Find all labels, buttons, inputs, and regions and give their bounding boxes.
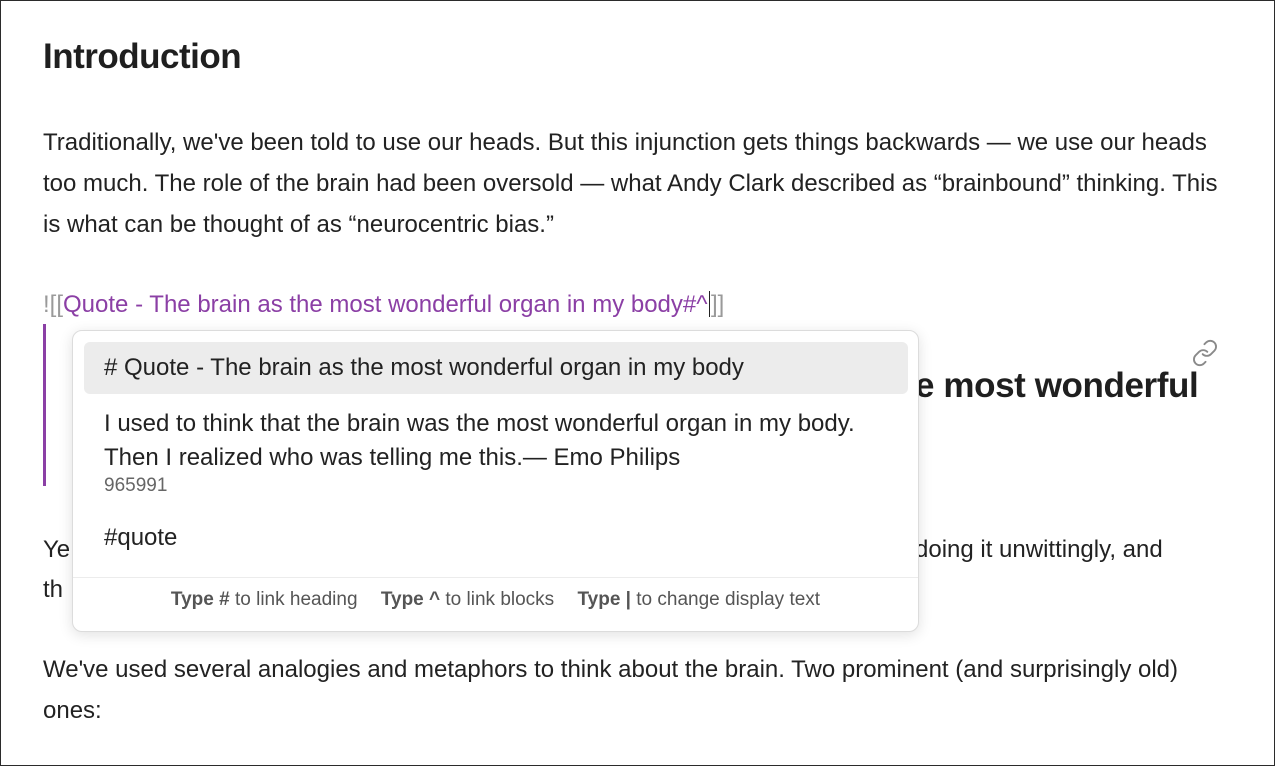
editor-frame: Introduction Traditionally, we've been t… bbox=[0, 0, 1275, 766]
paragraph-intro: Traditionally, we've been told to use ou… bbox=[43, 129, 1218, 238]
hint-text: to link heading bbox=[234, 589, 358, 610]
paragraph-analogies: We've used several analogies and metapho… bbox=[43, 656, 1179, 724]
embed-link-text[interactable]: Quote - The brain as the most wonderful … bbox=[63, 291, 708, 318]
popup-divider bbox=[73, 577, 918, 578]
popup-footer-hints: Type # to link heading Type ^ to link bl… bbox=[73, 589, 918, 611]
hint-link-blocks: Type ^ to link blocks bbox=[381, 589, 554, 611]
page-heading: Introduction bbox=[43, 37, 242, 76]
hint-key: Type | bbox=[577, 589, 631, 610]
text-cursor bbox=[708, 291, 711, 317]
hint-text: to link blocks bbox=[445, 589, 555, 610]
embed-open-brackets: ![[ bbox=[43, 291, 64, 318]
suggestion-tag-item[interactable]: #quote bbox=[104, 524, 177, 552]
hint-key: Type # bbox=[170, 589, 230, 610]
embed-link-line[interactable]: ![[Quote - The brain as the most wonderf… bbox=[43, 284, 724, 325]
suggestion-block-text[interactable]: I used to think that the brain was the m… bbox=[104, 407, 884, 475]
paragraph-fragment: Ye bbox=[43, 536, 71, 563]
embed-quote-bar bbox=[43, 324, 46, 486]
hint-link-heading: Type # to link heading bbox=[171, 589, 358, 611]
hint-text: to change display text bbox=[636, 589, 821, 610]
embed-close-brackets: ]] bbox=[711, 291, 725, 318]
paragraph-fragment: doing it unwittingly, and bbox=[915, 536, 1163, 563]
paragraph-fragment: th bbox=[43, 576, 64, 603]
suggestion-heading-item[interactable]: # Quote - The brain as the most wonderfu… bbox=[84, 342, 908, 394]
embedded-heading: e most wonderful bbox=[915, 366, 1199, 405]
link-icon[interactable] bbox=[1191, 339, 1219, 367]
suggestion-block-id: 965991 bbox=[104, 475, 168, 496]
link-suggestion-popup: # Quote - The brain as the most wonderfu… bbox=[72, 330, 919, 632]
hint-key: Type ^ bbox=[380, 589, 441, 610]
hint-display-text: Type | to change display text bbox=[577, 589, 820, 611]
